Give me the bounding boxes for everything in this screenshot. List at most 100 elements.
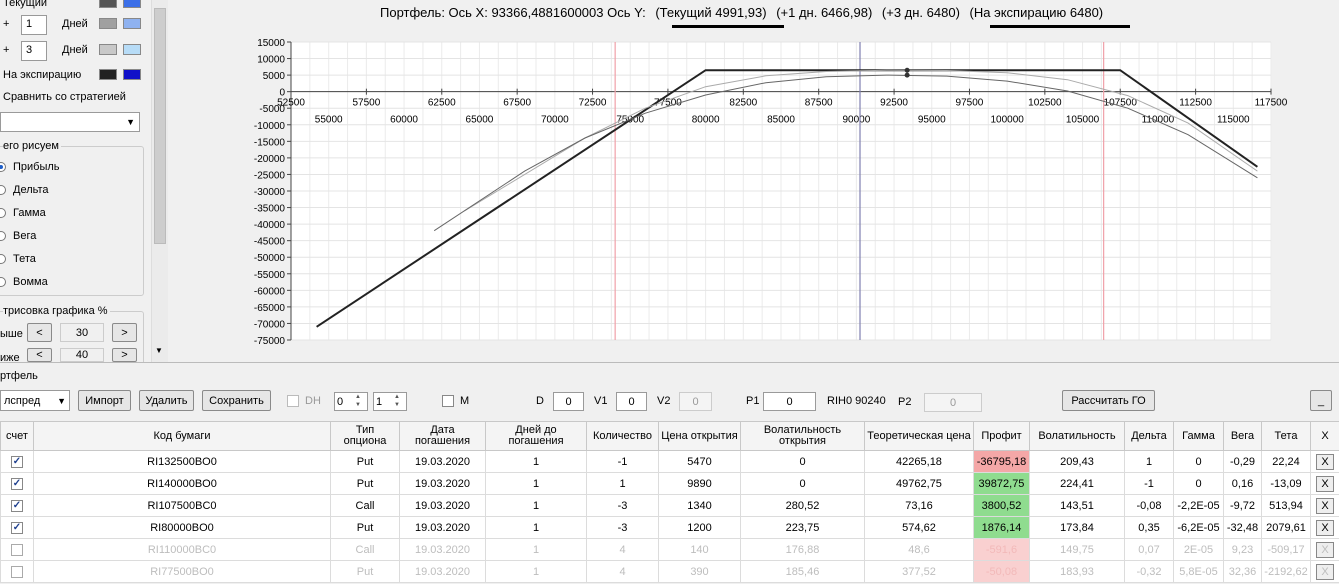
row-checkbox-cell[interactable] [0,472,34,495]
table-cell: 5,8E-05 [1173,560,1224,583]
column-header[interactable]: Дата погашения [399,421,486,451]
delete-row-cell[interactable]: X [1310,472,1339,495]
row-checkbox-cell[interactable] [0,450,34,473]
spin2-arrows-icon[interactable]: ▲ ▼ [394,393,400,409]
row-checkbox-cell[interactable] [0,560,34,583]
column-header[interactable]: Тета [1261,421,1311,451]
table-cell: 224,41 [1029,472,1125,495]
table-row[interactable]: RI110000BC0 Call 19.03.2020 1 4 140 176,88 48,6… [0,538,1339,561]
chart-title: Портфель: Ось X: 93366,4881600003 Ось Y:… [380,5,1103,20]
x-tick-label: 57500 [352,98,380,109]
column-header[interactable]: Теоретическая цена [864,421,974,451]
x-tick-label: 85000 [767,115,795,126]
row-checkbox-cell[interactable] [0,516,34,539]
days-input[interactable]: 3 [21,41,47,61]
table-cell: RI77500BO0 [33,560,331,583]
table-cell: RI107500BC0 [33,494,331,517]
calc-go-button[interactable]: Рассчитать ГО [1062,390,1155,411]
table-cell: 1 [485,538,587,561]
color-swatch-primary[interactable] [99,18,117,29]
column-header[interactable]: Волатильность [1029,421,1125,451]
column-header[interactable]: X [1310,421,1339,451]
p1-input[interactable]: 0 [763,392,816,411]
row-checkbox-cell[interactable] [0,538,34,561]
settings-scrollbar[interactable]: ▼ [151,0,168,362]
scrollbar-thumb[interactable] [154,8,166,244]
compare-strategy-select[interactable]: ▼ [0,112,140,132]
column-header[interactable]: Цена открытия [658,421,741,451]
color-swatch-primary[interactable] [99,44,117,55]
column-header[interactable]: Код бумаги [33,421,331,451]
delete-row-cell[interactable]: X [1310,516,1339,539]
minimize-button[interactable]: _ [1310,390,1332,411]
table-row[interactable]: RI77500BO0 Put 19.03.2020 1 4 390 185,46 377,52… [0,560,1339,583]
dh-checkbox[interactable] [287,395,299,407]
row-checkbox[interactable] [11,477,23,490]
close-icon[interactable]: X [1316,519,1334,536]
v1-input[interactable]: 0 [616,392,647,411]
below-decrease-button[interactable]: < [27,348,52,362]
chart-title-current: (Текущий 4991,93) [655,5,767,20]
m-checkbox[interactable] [442,395,454,407]
column-header[interactable]: Количество [586,421,659,451]
column-header[interactable]: Тип опциона [330,421,400,451]
column-header[interactable]: Гамма [1173,421,1224,451]
strategy-value: лспред [4,394,41,407]
days-input[interactable]: 1 [21,15,47,35]
column-header[interactable]: Профит [973,421,1030,451]
chart-title-plus3: (+3 дн. 6480) [881,5,960,20]
color-swatch-secondary[interactable] [123,0,141,8]
d-input[interactable]: 0 [553,392,584,411]
v2-input[interactable]: 0 [679,392,712,411]
close-icon[interactable]: X [1316,541,1334,558]
radio-label: Гамма [13,207,46,219]
table-row[interactable]: RI140000BO0Put19.03.2020119890049762,753… [0,472,1339,495]
row-checkbox-cell[interactable] [0,494,34,517]
column-header[interactable]: Вега [1223,421,1262,451]
table-cell: 574,62 [864,516,974,539]
close-icon[interactable]: X [1316,475,1334,492]
strategy-select[interactable]: лспред ▼ [0,390,70,411]
delete-row-cell[interactable]: X [1310,494,1339,517]
row-checkbox[interactable] [11,499,23,512]
p2-input[interactable]: 0 [924,393,982,412]
line-label: Дней [62,18,88,30]
row-checkbox[interactable] [11,565,23,578]
row-checkbox[interactable] [11,543,23,556]
x-tick-label: 100000 [990,115,1024,126]
below-increase-button[interactable]: > [112,348,137,362]
table-row[interactable]: RI80000BO0Put19.03.20201-31200223,75574,… [0,516,1339,539]
row-checkbox[interactable] [11,521,23,534]
spin1-input[interactable]: 0 [334,392,368,411]
column-header[interactable]: счет [0,421,34,451]
column-header[interactable]: Волатильность открытия [740,421,865,451]
table-cell: 3800,52 [973,494,1030,517]
spin1-arrows-icon[interactable]: ▲ ▼ [355,393,361,409]
table-row[interactable]: RI107500BC0Call19.03.20201-31340280,5273… [0,494,1339,517]
close-icon[interactable]: X [1316,453,1334,470]
above-decrease-button[interactable]: < [27,323,52,342]
save-button[interactable]: Сохранить [202,390,271,411]
column-header[interactable]: Дней до погашения [485,421,587,451]
table-cell: -591,6 [973,538,1030,561]
delete-button[interactable]: Удалить [139,390,194,411]
table-row[interactable]: RI132500BO0Put19.03.20201-15470042265,18… [0,450,1339,473]
row-checkbox[interactable] [11,455,23,468]
color-swatch-primary[interactable] [99,0,117,8]
color-swatch-secondary[interactable] [123,18,141,29]
table-cell: 1340 [658,494,741,517]
spin2-input[interactable]: 1 [373,392,407,411]
color-swatch-secondary[interactable] [123,44,141,55]
delete-row-cell[interactable]: X [1310,538,1339,561]
close-icon[interactable]: X [1316,497,1334,514]
scroll-down-icon[interactable]: ▼ [155,346,163,355]
above-increase-button[interactable]: > [112,323,137,342]
delete-row-cell[interactable]: X [1310,450,1339,473]
import-button[interactable]: Импорт [78,390,131,411]
delete-row-cell[interactable]: X [1310,560,1339,583]
color-swatch-primary[interactable] [99,69,117,80]
column-header[interactable]: Дельта [1124,421,1174,451]
table-cell: 73,16 [864,494,974,517]
color-swatch-secondary[interactable] [123,69,141,80]
close-icon[interactable]: X [1316,563,1334,580]
